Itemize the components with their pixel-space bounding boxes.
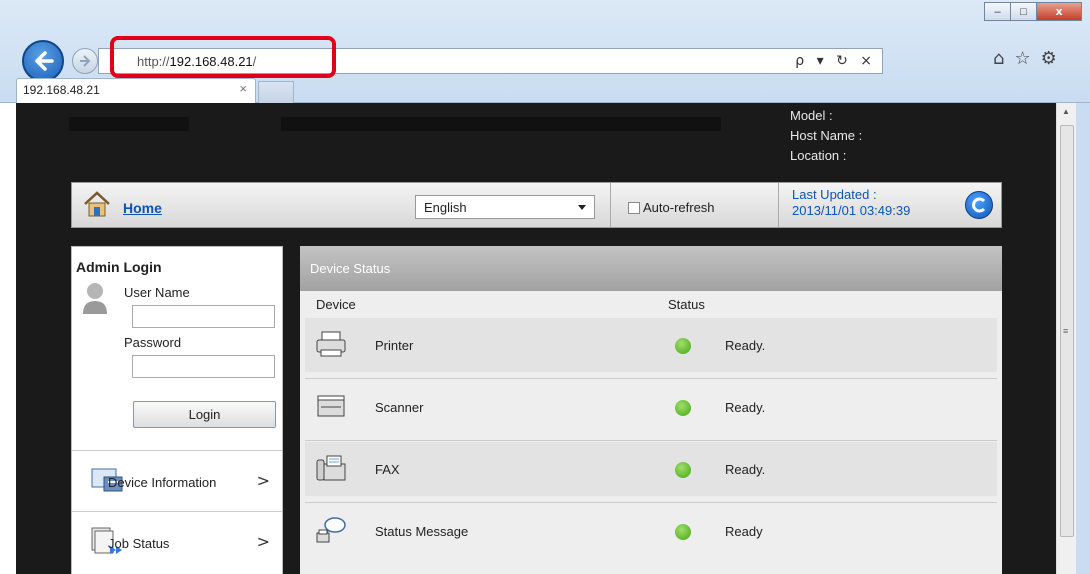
- sidebar-item-device-information[interactable]: Device Information >: [72, 450, 282, 510]
- chevron-right-icon: >: [256, 471, 270, 490]
- close-window-button[interactable]: x: [1036, 2, 1082, 21]
- status-ready-icon: [675, 462, 691, 478]
- sidebar-item-label: Device Information: [108, 475, 217, 490]
- sidebar-item-label: Job Status: [108, 536, 170, 551]
- address-tools[interactable]: ρ ▾ ↻ ×: [795, 53, 876, 69]
- panel-title: Device Status: [310, 261, 391, 276]
- table-row: FAX Ready.: [305, 442, 997, 496]
- status-message-icon: [316, 517, 346, 543]
- maximize-button[interactable]: □: [1010, 2, 1037, 21]
- chevron-right-icon: >: [256, 532, 270, 551]
- host-name-label: Host Name :: [790, 128, 863, 143]
- printer-icon: [316, 331, 346, 357]
- back-arrow-icon: [35, 51, 54, 71]
- row-divider: [305, 502, 997, 503]
- page-toolbar: Home English Auto-refresh Last Updated :…: [71, 182, 1002, 228]
- device-status: Ready: [725, 524, 763, 539]
- panel-header: Device Status: [300, 246, 1002, 291]
- device-name: Status Message: [375, 524, 469, 539]
- back-button[interactable]: [22, 40, 64, 82]
- user-name-input[interactable]: [132, 305, 275, 328]
- sidebar: Admin Login User Name Password Login Dev…: [71, 246, 283, 574]
- table-row: Scanner Ready.: [305, 380, 997, 434]
- password-label: Password: [124, 335, 182, 350]
- grip-icon: ≡: [1063, 326, 1069, 336]
- device-status: Ready.: [725, 462, 766, 477]
- last-updated-value: 2013/11/01 03:49:39: [792, 203, 911, 218]
- tab-title: 192.168.48.21: [23, 83, 100, 97]
- login-button[interactable]: Login: [133, 401, 276, 428]
- device-info-header: Model : Host Name : Location :: [790, 106, 862, 166]
- last-updated: Last Updated : 2013/11/01 03:49:39: [792, 187, 910, 219]
- refresh-icon: [972, 197, 986, 213]
- home-icon[interactable]: ⌂: [993, 48, 1004, 69]
- auto-refresh-toggle[interactable]: Auto-refresh: [628, 200, 715, 215]
- table-row: Status Message Ready: [305, 504, 997, 558]
- browser-tab[interactable]: 192.168.48.21 ×: [16, 78, 256, 103]
- header-banner: [281, 117, 721, 131]
- sidebar-item-job-status[interactable]: Job Status >: [72, 511, 282, 571]
- web-page: Model : Host Name : Location : Home Engl…: [16, 103, 1056, 574]
- column-header-device: Device: [316, 297, 356, 312]
- device-name: Printer: [375, 338, 414, 353]
- status-ready-icon: [675, 524, 691, 540]
- new-tab-button[interactable]: [258, 81, 294, 103]
- auto-refresh-label: Auto-refresh: [643, 200, 715, 215]
- table-row: Printer Ready.: [305, 318, 997, 372]
- row-divider: [305, 440, 997, 441]
- window-frame: [1076, 103, 1090, 574]
- favorites-star-icon[interactable]: ☆: [1014, 48, 1030, 69]
- device-name: Scanner: [375, 400, 424, 415]
- device-status: Ready.: [725, 400, 766, 415]
- gear-icon[interactable]: ⚙: [1041, 48, 1057, 69]
- browser-chrome: – □ x http://192.168.48.21/ ρ ▾ ↻ × ⌂ ☆ …: [0, 0, 1090, 103]
- header-logo-area: [69, 117, 189, 131]
- window-controls: – □ x: [984, 2, 1082, 21]
- language-select[interactable]: English: [415, 195, 595, 219]
- location-label: Location :: [790, 148, 847, 163]
- auto-refresh-checkbox[interactable]: [628, 201, 640, 214]
- forward-button[interactable]: [72, 48, 98, 74]
- device-name: FAX: [375, 462, 400, 477]
- user-name-label: User Name: [124, 285, 190, 300]
- device-status: Ready.: [725, 338, 766, 353]
- language-value: English: [424, 200, 467, 215]
- url-highlight-box: [110, 36, 336, 78]
- row-divider: [305, 378, 997, 379]
- status-ready-icon: [675, 400, 691, 416]
- house-icon[interactable]: [82, 189, 112, 219]
- refresh-button[interactable]: [965, 191, 993, 219]
- device-status-panel: Device Status Device Status Printer Read…: [300, 246, 1002, 574]
- vertical-scrollbar[interactable]: ▲ ≡: [1056, 103, 1076, 574]
- toolbar-divider: [778, 183, 779, 227]
- status-ready-icon: [675, 338, 691, 354]
- browser-toolbar-icons: ⌂ ☆ ⚙: [993, 48, 1057, 69]
- model-label: Model :: [790, 108, 833, 123]
- forward-arrow-icon: [80, 55, 91, 67]
- admin-login-title: Admin Login: [76, 259, 162, 275]
- toolbar-divider: [610, 183, 611, 227]
- scroll-up-icon[interactable]: ▲: [1062, 107, 1070, 116]
- home-link[interactable]: Home: [123, 200, 162, 216]
- scrollbar-thumb[interactable]: ≡: [1060, 125, 1074, 537]
- last-updated-label: Last Updated :: [792, 187, 877, 202]
- column-header-status: Status: [668, 297, 705, 312]
- tab-close-icon[interactable]: ×: [239, 81, 247, 96]
- scanner-icon: [317, 395, 345, 417]
- password-input[interactable]: [132, 355, 275, 378]
- minimize-button[interactable]: –: [984, 2, 1011, 21]
- user-avatar-icon: [83, 283, 107, 314]
- chevron-down-icon: [578, 205, 586, 210]
- fax-icon: [316, 455, 346, 481]
